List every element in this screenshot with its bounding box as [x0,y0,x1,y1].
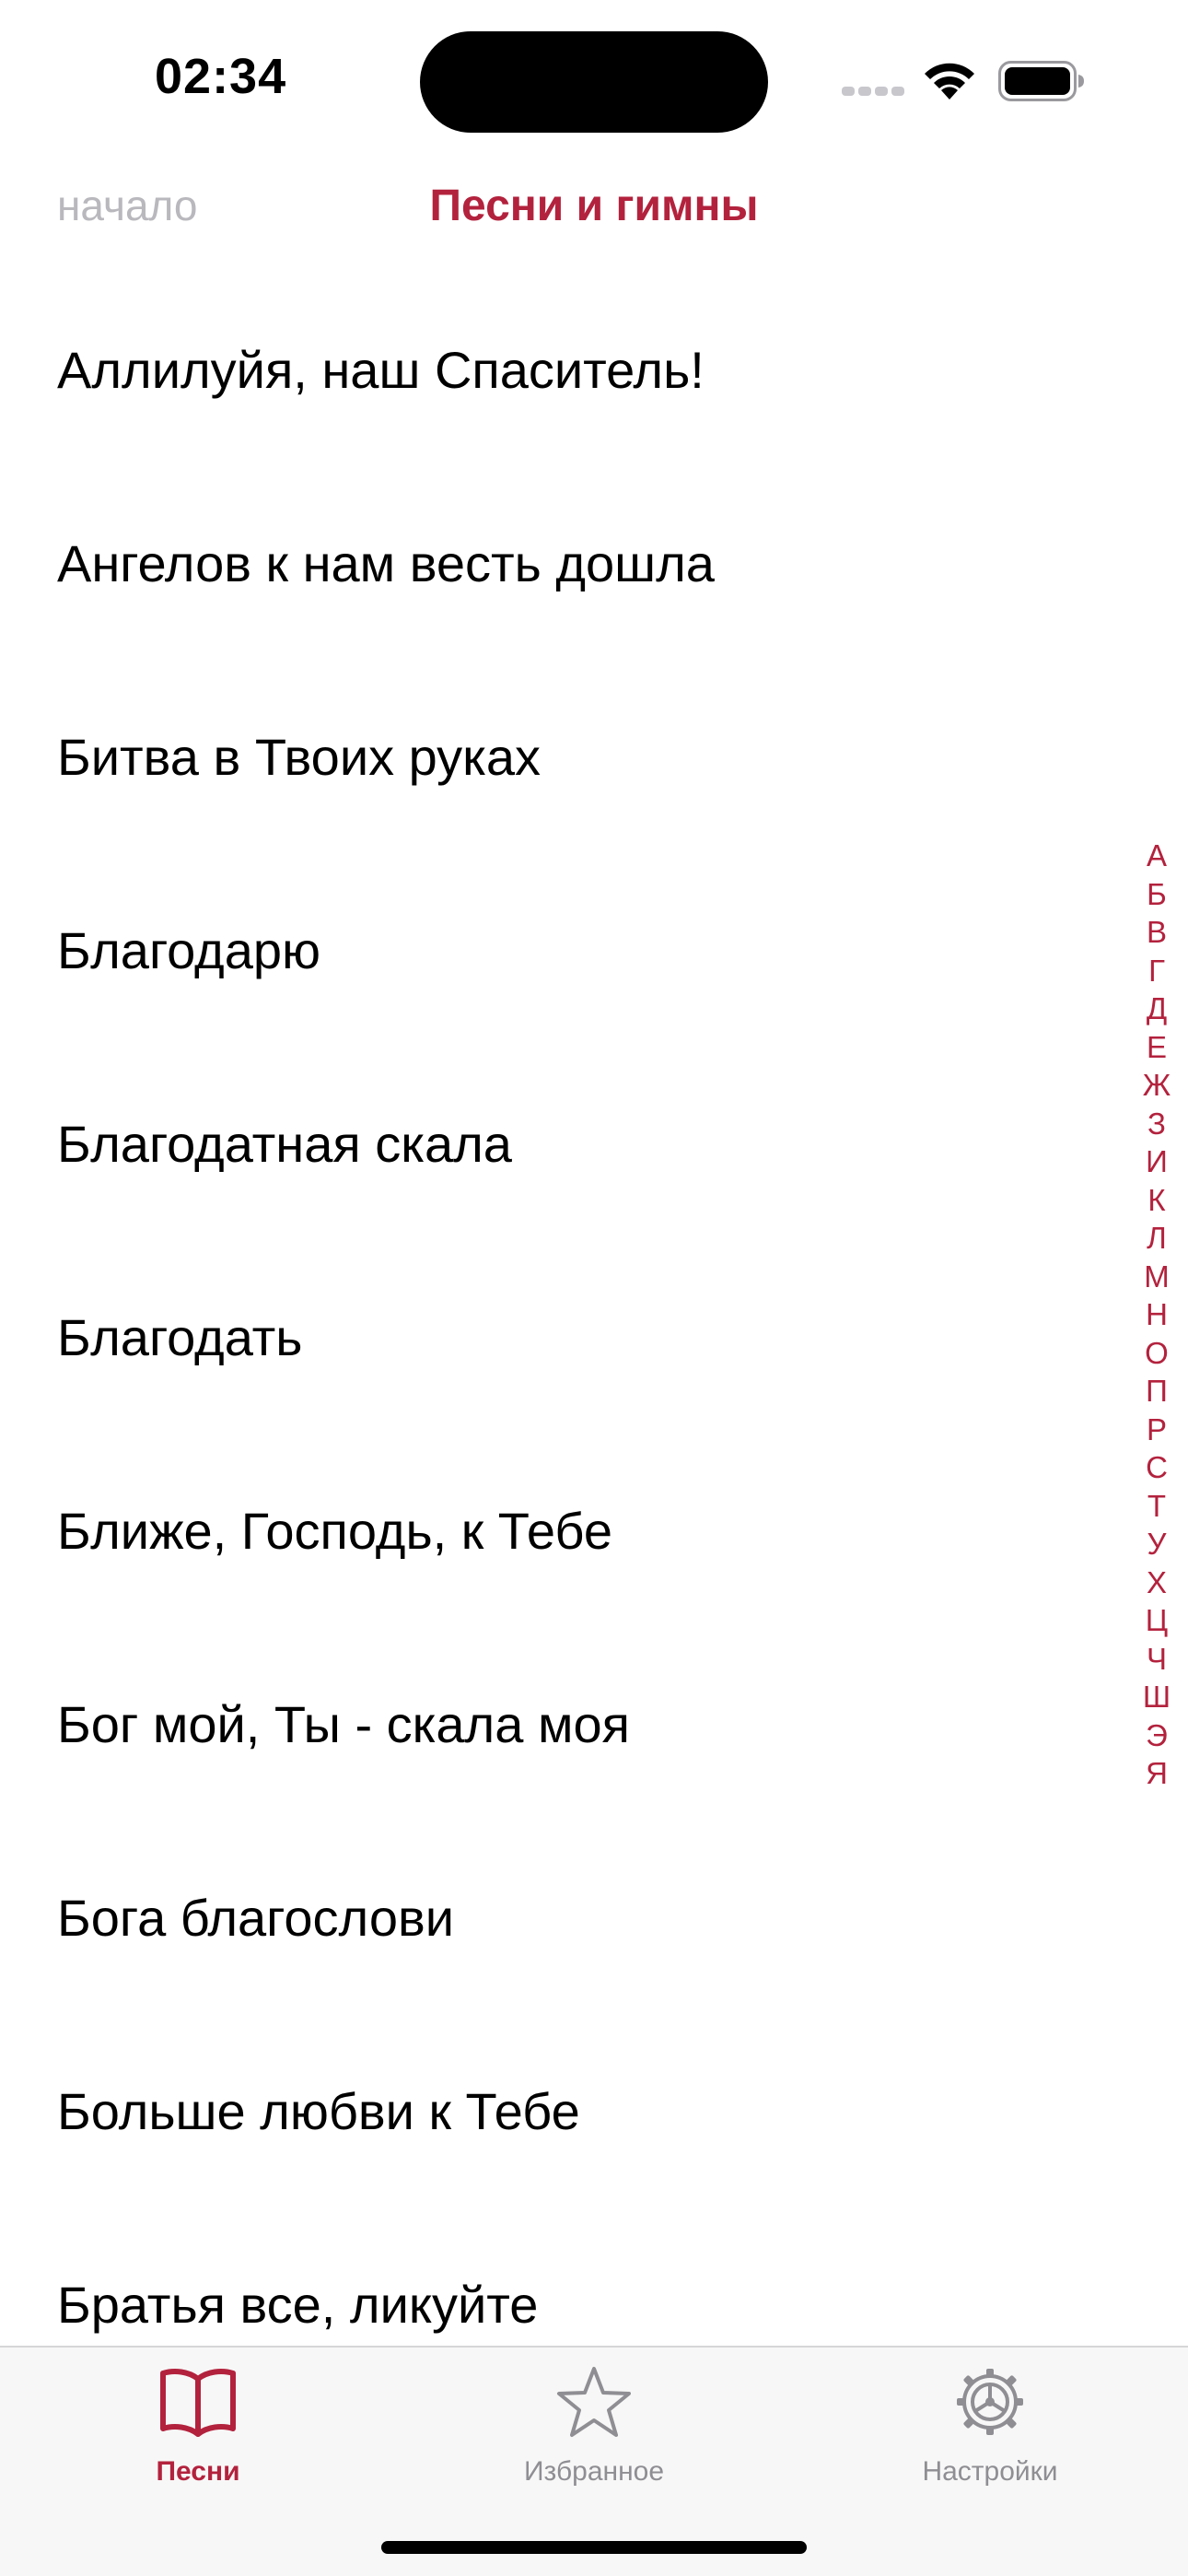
dynamic-island [420,31,768,133]
home-indicator[interactable] [381,2541,807,2554]
list-item[interactable]: Бога благослови [0,1821,1188,2014]
tab-label: Настройки [922,2456,1058,2487]
alphabet-letter[interactable]: О [1136,1334,1177,1373]
alphabet-letter[interactable]: В [1136,913,1177,952]
alphabet-letter[interactable]: Х [1136,1563,1177,1602]
list-item[interactable]: Благодатная скала [0,1047,1188,1240]
status-bar: 02:34 [0,0,1188,157]
alphabet-index[interactable]: АБВГДЕЖЗИКЛМНОПРСТУХЦЧШЭЯ [1136,837,1177,1793]
alphabet-letter[interactable]: И [1136,1142,1177,1181]
list-item[interactable]: Благодарю [0,853,1188,1047]
tab-songs[interactable]: Песни [0,2348,396,2532]
navigation-bar: начало Песни и гимны [0,166,1188,258]
list-item[interactable]: Благодать [0,1240,1188,1434]
alphabet-letter[interactable]: Э [1136,1716,1177,1755]
alphabet-letter[interactable]: Г [1136,952,1177,990]
alphabet-letter[interactable]: М [1136,1258,1177,1296]
status-time: 02:34 [155,49,287,104]
tab-label: Избранное [523,2456,665,2487]
alphabet-letter[interactable]: Р [1136,1411,1177,1449]
list-item[interactable]: Ангелов к нам весть дошла [0,466,1188,660]
list-item[interactable]: Ближе, Господь, к Тебе [0,1434,1188,1627]
wifi-icon [925,63,974,100]
star-icon [557,2367,631,2437]
battery-icon [998,61,1084,101]
alphabet-letter[interactable]: К [1136,1181,1177,1220]
alphabet-letter[interactable]: А [1136,837,1177,875]
list-item[interactable]: Больше любви к Тебе [0,2014,1188,2207]
alphabet-letter[interactable]: У [1136,1525,1177,1563]
alphabet-letter[interactable]: Д [1136,989,1177,1028]
alphabet-letter[interactable]: Б [1136,875,1177,914]
alphabet-letter[interactable]: Е [1136,1028,1177,1067]
screen: 02:34 начало Песни и гимны Аллилуйя, наш… [0,0,1188,2576]
list-item[interactable]: Бог мой, Ты - скала моя [0,1627,1188,1821]
book-icon [160,2369,236,2437]
alphabet-letter[interactable]: П [1136,1372,1177,1411]
tab-favorites[interactable]: Избранное [396,2348,792,2532]
tab-label: Песни [156,2456,240,2487]
list-item[interactable]: Аллилуйя, наш Спаситель! [0,273,1188,466]
gear-icon [957,2369,1023,2435]
alphabet-letter[interactable]: Л [1136,1219,1177,1258]
alphabet-letter[interactable]: Ш [1136,1678,1177,1716]
alphabet-letter[interactable]: Ц [1136,1601,1177,1640]
alphabet-letter[interactable]: С [1136,1448,1177,1487]
page-title: Песни и гимны [429,181,759,230]
alphabet-letter[interactable]: Ж [1136,1066,1177,1105]
alphabet-letter[interactable]: Т [1136,1487,1177,1526]
list-item[interactable]: Братья все, ликуйте [0,2207,1188,2348]
list-item[interactable]: Битва в Твоих руках [0,660,1188,853]
alphabet-letter[interactable]: Н [1136,1295,1177,1334]
alphabet-letter[interactable]: Ч [1136,1640,1177,1679]
tab-settings[interactable]: Настройки [792,2348,1188,2532]
song-list[interactable]: Аллилуйя, наш Спаситель! Ангелов к нам ве… [0,273,1188,2348]
signal-icon [842,87,904,96]
alphabet-letter[interactable]: З [1136,1105,1177,1143]
alphabet-letter[interactable]: Я [1136,1754,1177,1793]
